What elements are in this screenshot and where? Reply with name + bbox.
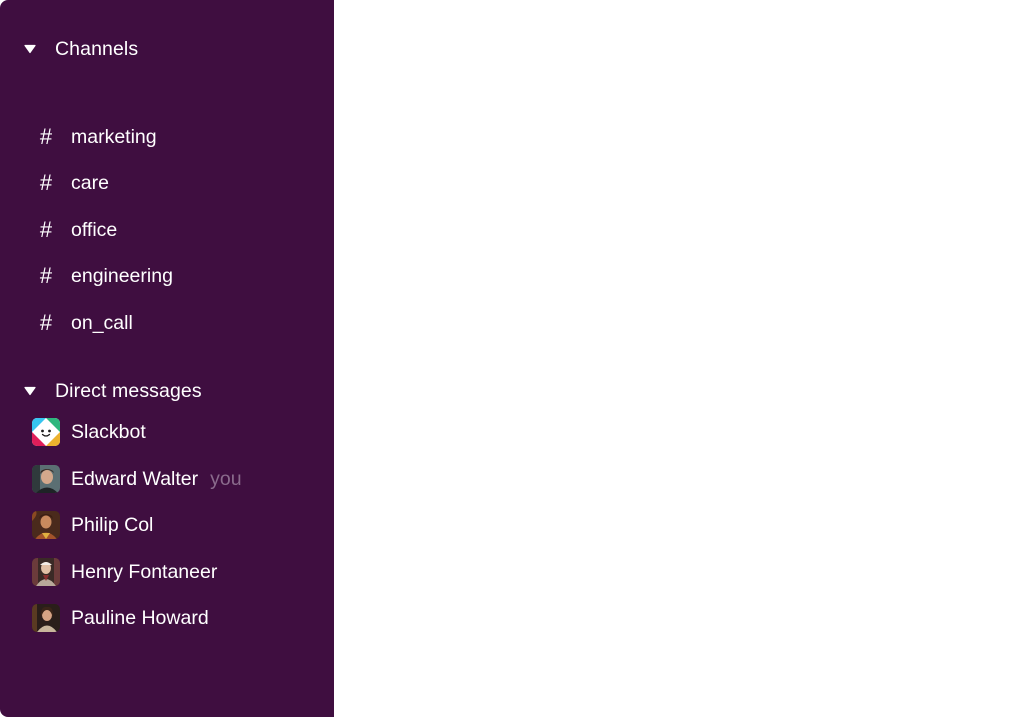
dm-item-philip-col[interactable]: Philip Col — [32, 508, 332, 542]
hash-icon: # — [39, 124, 53, 149]
sidebar-item-care[interactable]: # care — [32, 166, 332, 200]
dm-item-slackbot[interactable]: Slackbot — [32, 415, 332, 449]
caret-down-icon — [22, 383, 38, 399]
dm-label: Pauline Howard — [71, 606, 209, 629]
channel-label: on_call — [71, 311, 133, 334]
channel-label: marketing — [71, 125, 157, 148]
avatar — [32, 511, 60, 539]
caret-down-icon — [22, 41, 38, 57]
dm-header: Direct messages — [55, 379, 202, 402]
dm-label: Henry Fontaneer — [71, 560, 218, 583]
dm-label: Philip Col — [71, 513, 154, 536]
main-content — [334, 0, 1024, 717]
avatar — [32, 465, 60, 493]
hash-icon: # — [39, 217, 53, 242]
sidebar-item-office[interactable]: # office — [32, 213, 332, 247]
you-badge: you — [210, 467, 242, 490]
channels-section-toggle[interactable]: Channels — [22, 34, 138, 64]
dm-item-henry-fontaneer[interactable]: Henry Fontaneer — [32, 555, 332, 589]
hash-icon: # — [39, 263, 53, 288]
avatar — [32, 558, 60, 586]
channel-label: engineering — [71, 264, 173, 287]
slackbot-icon — [32, 418, 60, 446]
sidebar: Channels # marketing # care # office # e… — [0, 0, 334, 717]
channel-label: office — [71, 218, 118, 241]
hash-icon: # — [39, 310, 53, 335]
sidebar-item-on-call[interactable]: # on_call — [32, 306, 332, 340]
dm-item-edward-walter[interactable]: Edward Walter you — [32, 462, 332, 496]
sidebar-item-marketing[interactable]: # marketing — [32, 120, 332, 154]
dm-label: Slackbot — [71, 420, 146, 443]
channels-header: Channels — [55, 37, 139, 60]
dm-section-toggle[interactable]: Direct messages — [22, 376, 202, 406]
dm-item-pauline-howard[interactable]: Pauline Howard — [32, 601, 332, 635]
avatar — [32, 604, 60, 632]
dm-label: Edward Walter — [71, 467, 199, 490]
channel-label: care — [71, 171, 109, 194]
hash-icon: # — [39, 170, 53, 195]
sidebar-item-engineering[interactable]: # engineering — [32, 259, 332, 293]
